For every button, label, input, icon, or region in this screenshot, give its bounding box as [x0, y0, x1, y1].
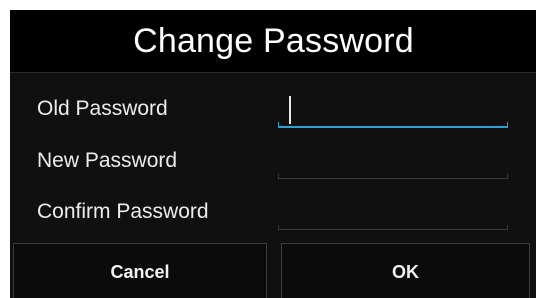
input-underline	[278, 229, 508, 230]
input-underline-tick-right	[507, 225, 508, 230]
input-underline-tick-right	[507, 174, 508, 179]
title-divider	[10, 72, 536, 73]
input-underline-tick-right	[507, 122, 508, 128]
old-password-input[interactable]	[278, 94, 508, 128]
new-password-input[interactable]	[278, 145, 508, 179]
new-password-label: New Password	[37, 149, 178, 172]
input-underline-tick-left	[278, 174, 279, 179]
input-underline-tick-left	[278, 122, 279, 128]
input-underline	[278, 178, 508, 179]
old-password-label: Old Password	[37, 97, 168, 120]
text-caret	[289, 96, 291, 124]
dialog-title: Change Password	[10, 10, 536, 72]
cancel-button[interactable]: Cancel	[13, 243, 267, 298]
confirm-password-input[interactable]	[278, 196, 508, 230]
confirm-password-label: Confirm Password	[37, 200, 209, 223]
input-underline	[278, 126, 508, 128]
ok-button[interactable]: OK	[281, 243, 530, 298]
input-underline-tick-left	[278, 225, 279, 230]
change-password-dialog: Change Password Old Password New Passwor…	[10, 10, 536, 298]
